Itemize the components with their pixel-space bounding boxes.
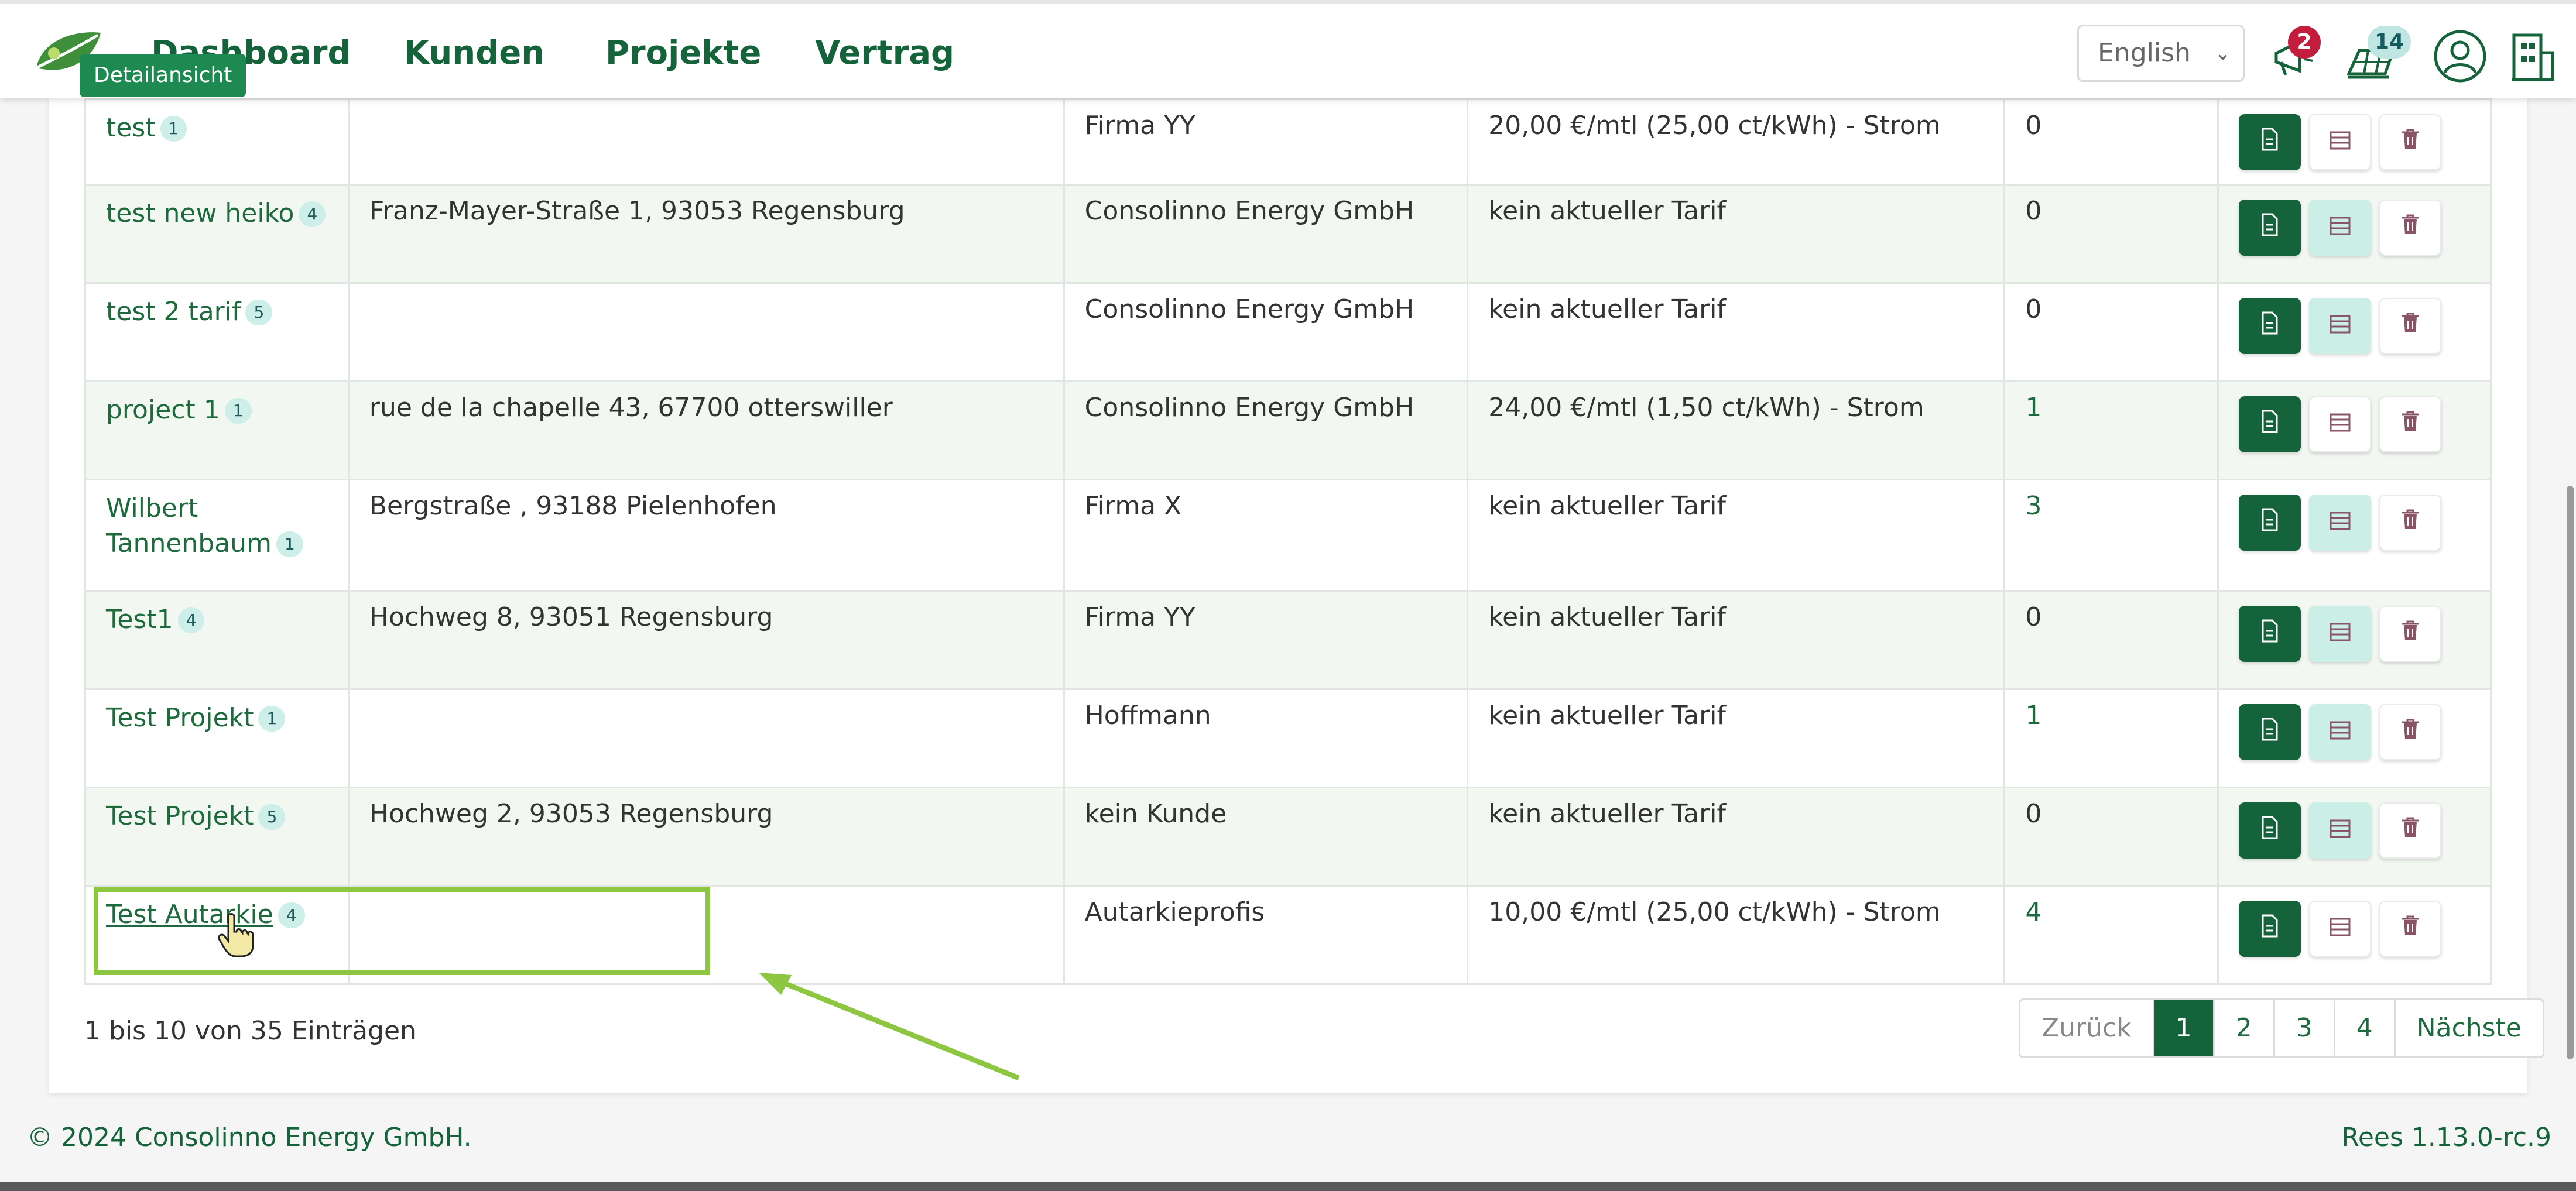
language-select[interactable]: English ⌄ — [2077, 25, 2245, 82]
building-icon[interactable] — [2506, 27, 2558, 85]
annotation-arrow — [759, 973, 1020, 1081]
top-navigation: Dashboard Kunden Projekte Vertrag Englis… — [0, 0, 2576, 98]
nav-kunden[interactable]: Kunden — [404, 34, 544, 72]
user-avatar-icon[interactable] — [2431, 27, 2489, 85]
detail-view-tooltip: Detailansicht — [80, 54, 246, 97]
notification-badge: 2 — [2288, 26, 2321, 59]
chevron-down-icon: ⌄ — [2214, 42, 2232, 65]
nav-vertrag[interactable]: Vertrag — [815, 34, 954, 72]
language-value: English — [2098, 38, 2191, 68]
nav-projekte[interactable]: Projekte — [605, 34, 761, 72]
messages-badge: 14 — [2368, 26, 2411, 59]
hand-cursor-icon — [218, 913, 254, 957]
